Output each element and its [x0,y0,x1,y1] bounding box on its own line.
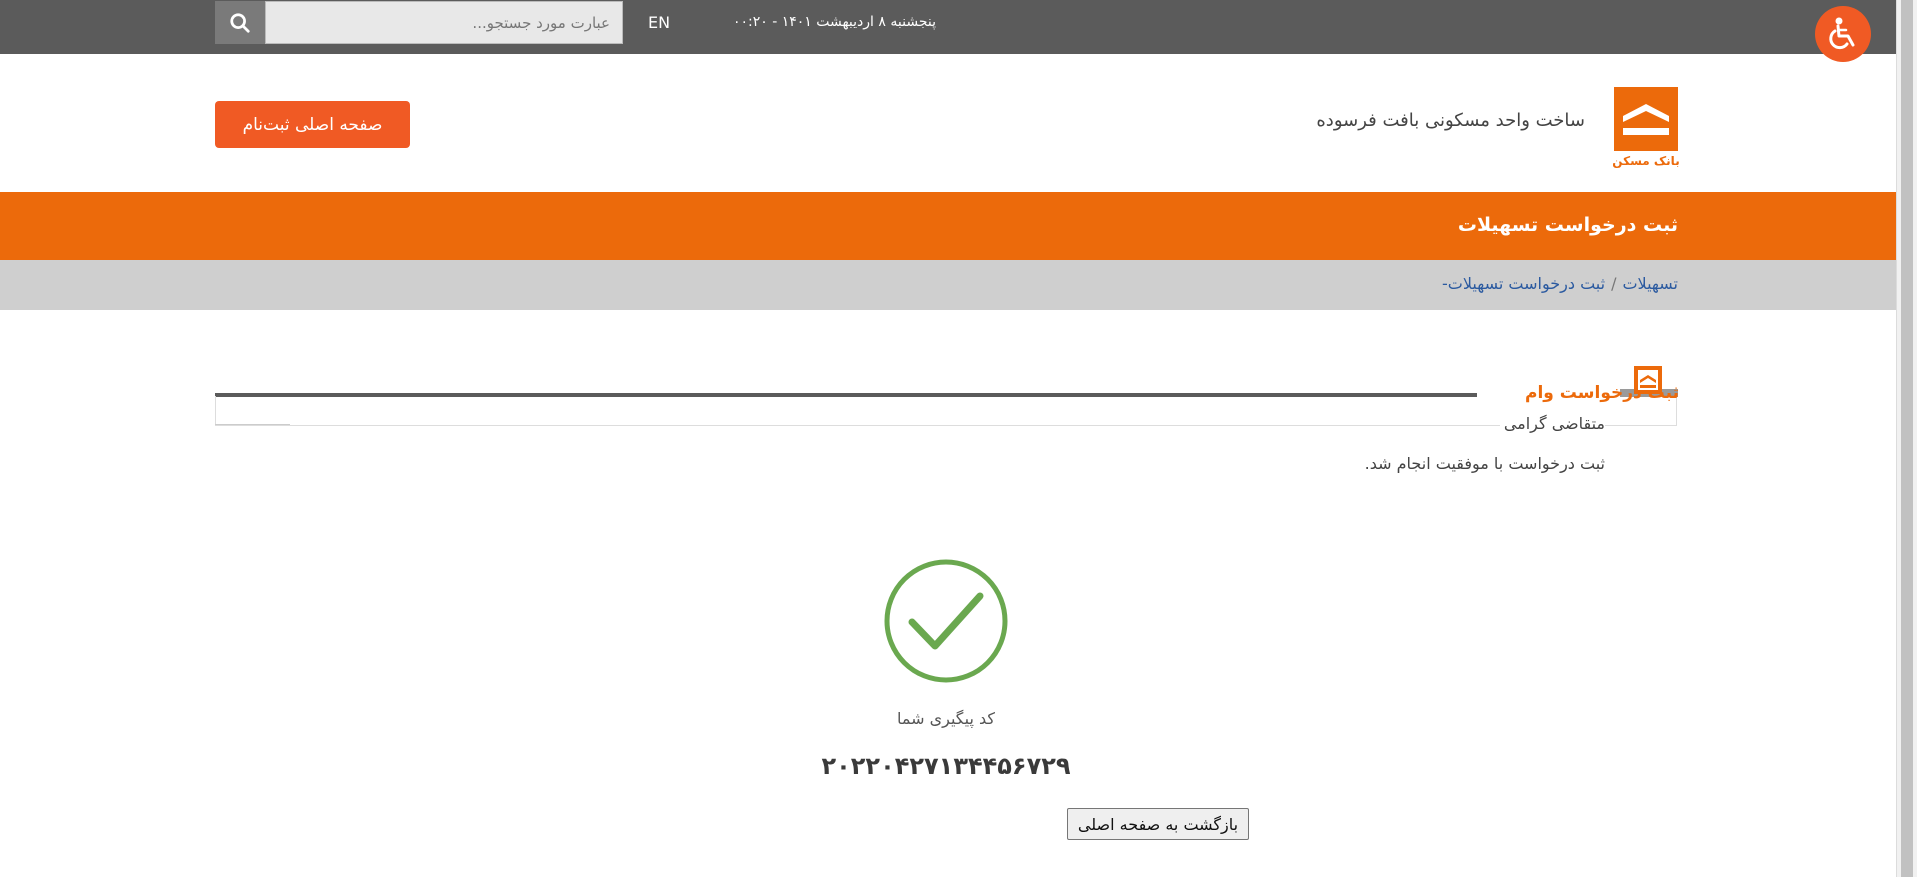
tracking-code-value: ۲۰۲۲۰۴۲۷۱۳۴۴۵۶۷۲۹ [821,752,1071,780]
language-switch-link[interactable]: EN [648,13,670,32]
breadcrumb: تسهیلات / ثبت درخواست تسهیلات- [1442,274,1678,293]
breadcrumb-bar: تسهیلات / ثبت درخواست تسهیلات- [0,260,1896,310]
home-registration-button[interactable]: صفحه اصلی ثبت‌نام [215,101,410,148]
site-title: ساخت واحد مسکونی بافت فرسوده [1316,110,1585,131]
current-datetime: پنجشنبه ۸ اردیبهشت ۱۴۰۱ - ۰۰:۲۰ [732,14,936,30]
search-input[interactable] [265,1,623,44]
search-button[interactable] [215,1,265,44]
accessibility-icon [1829,17,1855,50]
page-title: ثبت درخواست تسهیلات [1457,214,1678,236]
greeting-text: متقاضی گرامی [1499,414,1605,433]
accessibility-button[interactable] [1815,6,1871,62]
page-scrollbar[interactable] [1896,0,1917,877]
top-bar: EN پنجشنبه ۸ اردیبهشت ۱۴۰۱ - ۰۰:۲۰ [0,0,1897,54]
logo-text: بانک مسکن [1612,154,1680,168]
search-icon [230,12,250,33]
breadcrumb-root-link[interactable]: تسهیلات [1622,274,1678,293]
breadcrumb-current[interactable]: ثبت درخواست تسهیلات- [1442,274,1605,293]
scrollbar-thumb[interactable] [1901,0,1913,877]
success-message: ثبت درخواست با موفقیت انجام شد. [1364,454,1605,473]
success-check-icon [884,559,1008,683]
tracking-code-label: کد پیگیری شما [896,709,995,728]
section-box [215,396,1677,426]
back-to-home-button[interactable]: بازگشت به صفحه اصلی [1067,808,1249,840]
section-divider-small [215,424,290,425]
breadcrumb-separator: / [1611,274,1617,293]
page-title-band: ثبت درخواست تسهیلات [0,192,1896,260]
section-title: ثبت درخواست وام [1525,383,1679,403]
